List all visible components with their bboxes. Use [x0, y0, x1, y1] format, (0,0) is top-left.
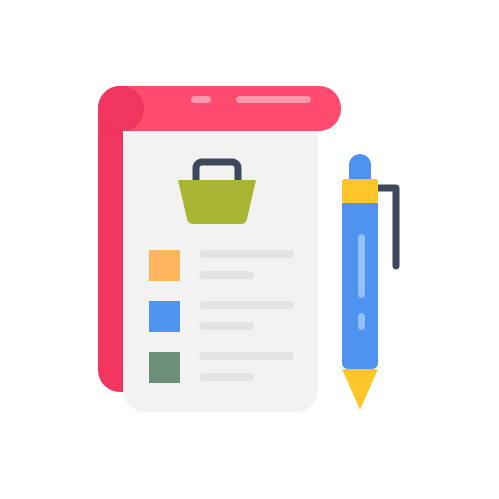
- illustration-svg: [98, 86, 400, 412]
- list-line-short: [199, 271, 254, 279]
- notepad-icon: [98, 86, 341, 412]
- pen-band: [342, 179, 378, 203]
- notepad-highlight-short: [191, 96, 211, 103]
- pen-tip: [342, 369, 378, 410]
- list-line-long: [199, 301, 294, 309]
- list-line-long: [199, 250, 294, 258]
- basket-body: [178, 180, 256, 225]
- list-line-long: [199, 352, 294, 360]
- pen-highlight-long: [358, 234, 365, 298]
- checkbox-icon: [149, 301, 180, 332]
- list-line-short: [199, 322, 254, 330]
- notepad-binding-curl: [98, 86, 144, 132]
- shopping-list-illustration: [0, 0, 499, 499]
- checkbox-icon: [149, 352, 180, 383]
- list-line-short: [199, 373, 254, 381]
- checkbox-icon: [149, 250, 180, 281]
- notepad-highlight-long: [236, 96, 311, 103]
- pen-icon: [342, 154, 400, 410]
- pen-highlight-short: [358, 313, 365, 330]
